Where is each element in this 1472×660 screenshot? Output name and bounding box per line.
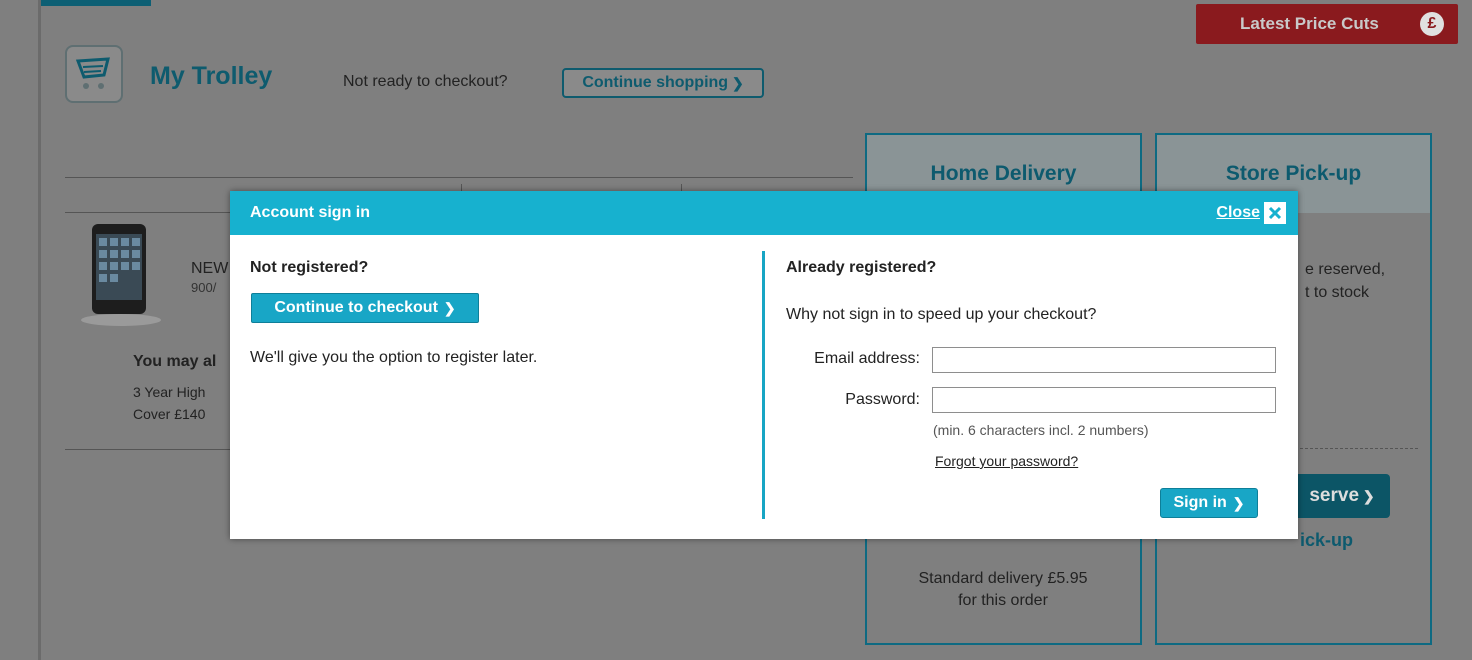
dialog-header: Account sign in Close xyxy=(230,191,1298,235)
store-note-line: t to stock xyxy=(1305,284,1370,301)
continue-shopping-button[interactable]: Continue shopping ❯ xyxy=(562,68,764,98)
product-name: NEW xyxy=(191,260,229,277)
not-registered-heading: Not registered? xyxy=(250,259,369,276)
password-field[interactable] xyxy=(932,387,1276,413)
reserve-label: serve xyxy=(1309,485,1360,506)
row-divider xyxy=(65,449,235,450)
chevron-right-icon: ❯ xyxy=(443,299,456,316)
standard-delivery-info: Standard delivery £5.95 for this order xyxy=(866,568,1140,612)
continue-to-checkout-label: Continue to checkout xyxy=(274,299,438,316)
top-tab-indicator xyxy=(41,0,151,6)
not-ready-text: Not ready to checkout? xyxy=(343,73,508,90)
standard-delivery-line: Standard delivery £5.95 xyxy=(918,570,1088,587)
reserve-button[interactable]: serve ❯ xyxy=(1294,474,1390,518)
price-cuts-label: Latest Price Cuts xyxy=(1240,14,1379,33)
latest-price-cuts-button[interactable]: Latest Price Cuts £ xyxy=(1196,4,1458,44)
store-pickup-link[interactable]: ick-up xyxy=(1300,530,1353,551)
table-top-divider xyxy=(65,177,853,178)
pound-icon: £ xyxy=(1420,12,1444,36)
chevron-right-icon: ❯ xyxy=(1359,487,1375,504)
product-code: 900/ xyxy=(191,280,217,295)
close-icon xyxy=(1264,202,1286,224)
close-button[interactable]: Close xyxy=(1216,202,1286,224)
email-label: Email address: xyxy=(814,350,920,367)
standard-delivery-line: for this order xyxy=(958,592,1048,609)
continue-to-checkout-button[interactable]: Continue to checkout ❯ xyxy=(251,293,479,323)
page-title: My Trolley xyxy=(150,62,273,90)
store-pickup-note: e reserved, t to stock xyxy=(1305,258,1385,304)
dashed-divider xyxy=(1300,448,1418,449)
sign-in-button[interactable]: Sign in ❯ xyxy=(1160,488,1258,518)
account-sign-in-dialog: Account sign in Close Not registered? Co… xyxy=(230,191,1298,539)
already-registered-heading: Already registered? xyxy=(786,259,937,276)
chevron-right-icon: ❯ xyxy=(1232,494,1245,511)
warranty-line: Cover £140 xyxy=(133,406,206,422)
sign-in-label: Sign in xyxy=(1173,494,1227,511)
forgot-password-link[interactable]: Forgot your password? xyxy=(935,453,1078,469)
register-later-text: We'll give you the option to register la… xyxy=(250,349,538,366)
password-label: Password: xyxy=(845,391,920,408)
close-label: Close xyxy=(1216,204,1260,221)
dialog-title: Account sign in xyxy=(250,204,370,221)
password-hint: (min. 6 characters incl. 2 numbers) xyxy=(933,422,1149,438)
speed-up-text: Why not sign in to speed up your checkou… xyxy=(786,306,1097,323)
trolley-icon xyxy=(65,45,123,103)
chevron-right-icon: ❯ xyxy=(728,74,744,91)
email-field[interactable] xyxy=(932,347,1276,373)
warranty-line: 3 Year High xyxy=(133,384,206,400)
may-also-like-heading: You may al xyxy=(133,353,217,370)
store-note-line: e reserved, xyxy=(1305,261,1386,278)
product-image xyxy=(78,220,164,326)
continue-shopping-label: Continue shopping xyxy=(582,74,729,91)
dialog-divider xyxy=(762,251,765,519)
